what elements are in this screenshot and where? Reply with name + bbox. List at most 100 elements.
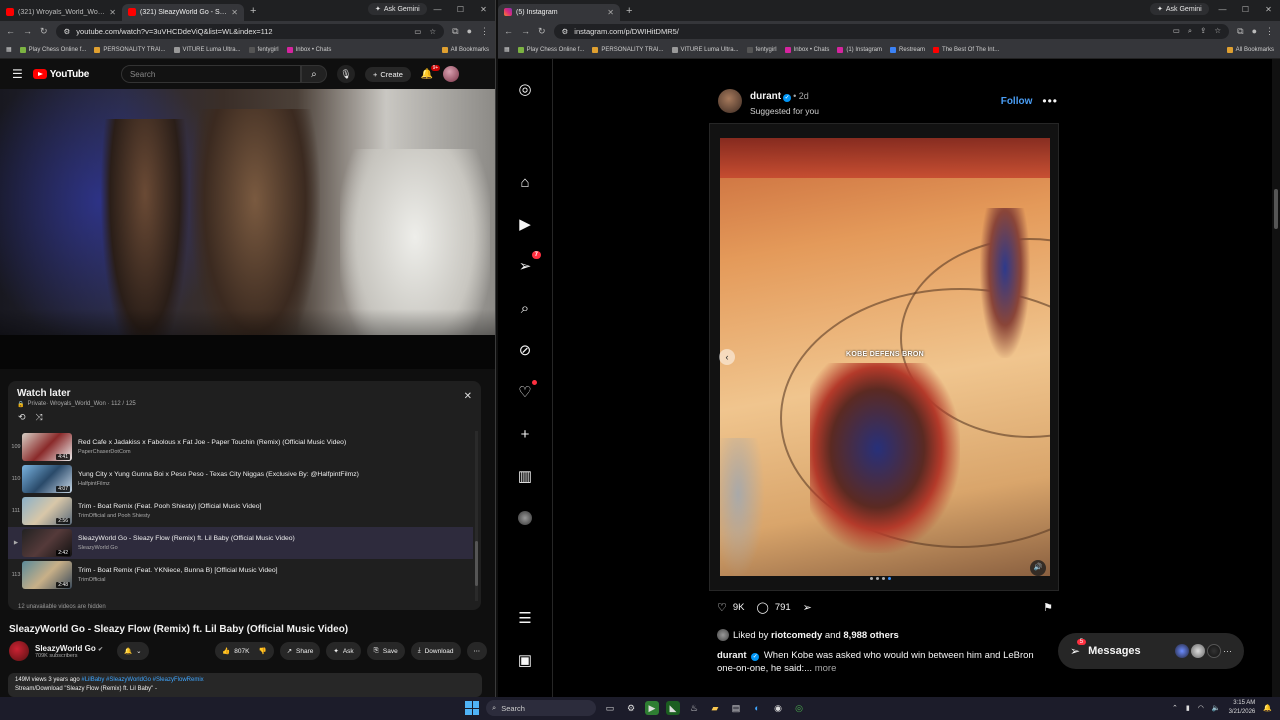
profile-icon[interactable]: ●: [467, 26, 472, 36]
minimize-icon[interactable]: —: [1211, 0, 1234, 20]
loop-icon[interactable]: ⟲: [18, 412, 26, 423]
download-button[interactable]: ⤓ Download: [410, 642, 461, 660]
more-menu-icon[interactable]: ☰: [515, 608, 535, 628]
all-bookmarks[interactable]: All Bookmarks: [1226, 46, 1274, 53]
tab-instagram[interactable]: (5) Instagram ✕: [498, 3, 620, 21]
maximize-icon[interactable]: ☐: [1234, 0, 1257, 20]
caption-more-link[interactable]: more: [815, 663, 837, 674]
video-player[interactable]: [0, 89, 495, 369]
post-media[interactable]: KOBE DEFENS BRON ‹ 🔊: [709, 123, 1059, 591]
close-playlist-icon[interactable]: ✕: [464, 391, 472, 402]
more-actions-button[interactable]: ⋯: [466, 642, 487, 660]
bookmark-item[interactable]: (1) Instagram: [837, 46, 882, 53]
taskbar-search[interactable]: ⌕ Search: [486, 700, 596, 716]
minimize-icon[interactable]: —: [426, 0, 449, 20]
tray-chevron-icon[interactable]: ⌃: [1172, 704, 1178, 712]
reload-icon[interactable]: ↻: [538, 26, 546, 37]
clock[interactable]: 3:15 AM 3/21/2026: [1229, 699, 1256, 717]
playlist-item[interactable]: 109 4:41 Red Cafe x Jadakiss x Fabolous x …: [8, 431, 473, 463]
bookmark-item[interactable]: VITURE Luma Ultra...: [173, 46, 241, 53]
all-bookmarks[interactable]: All Bookmarks: [441, 46, 489, 53]
video-thumbnail[interactable]: 2:48: [22, 561, 72, 589]
settings-icon[interactable]: ⚙: [624, 701, 638, 715]
battery-icon[interactable]: ▮: [1186, 704, 1190, 712]
menu-dots-icon[interactable]: ⋮: [480, 26, 489, 37]
bookmark-item[interactable]: Restream: [890, 46, 925, 53]
description-box[interactable]: 149M views 3 years ago #LilBaby #SleazyW…: [8, 673, 482, 697]
bookmark-item[interactable]: fentygirl: [248, 46, 279, 53]
playlist-item[interactable]: 110 4:07 Yung City x Yung Gunna Boi x Peso…: [8, 463, 473, 495]
like-button[interactable]: 👍 807K 👎: [215, 642, 274, 660]
playlist-item-current[interactable]: ▶ 2:42 SleazyWorld Go - Sleazy Flow (Remix…: [8, 527, 473, 559]
dashboard-icon[interactable]: ▥: [515, 466, 535, 486]
playlist-item[interactable]: 113 2:48 Trim - Boat Remix (Feat. YKNiece,…: [8, 559, 473, 591]
chrome-profile-icon[interactable]: ◉: [771, 701, 785, 715]
file-explorer-icon[interactable]: ▰: [708, 701, 722, 715]
shuffle-icon[interactable]: ⤨: [36, 412, 43, 423]
comment-count[interactable]: 791: [775, 602, 791, 613]
playlist-scrollbar[interactable]: [475, 431, 478, 601]
like-heart-icon[interactable]: ♡: [717, 601, 727, 614]
cast-icon[interactable]: ▭: [1173, 26, 1180, 36]
bookmark-item[interactable]: PERSONALITY TRAI...: [94, 46, 166, 53]
ask-gemini-button[interactable]: ✦ Ask Gemini: [1150, 3, 1209, 15]
video-thumbnail[interactable]: 4:07: [22, 465, 72, 493]
steam-icon[interactable]: ♨: [687, 701, 701, 715]
search-icon[interactable]: ⌕: [515, 298, 535, 318]
site-info-icon[interactable]: ⚙: [562, 27, 569, 36]
close-tab-icon[interactable]: ✕: [109, 8, 116, 17]
like-count[interactable]: 9K: [733, 602, 745, 613]
avatar[interactable]: [717, 629, 729, 641]
post-username[interactable]: durant: [750, 91, 781, 102]
caption-username[interactable]: durant: [717, 650, 747, 661]
back-icon[interactable]: ←: [6, 26, 15, 36]
bookmark-item[interactable]: Play Chess Online f...: [19, 46, 86, 53]
notifications-icon[interactable]: 🔔: [1263, 704, 1272, 712]
video-thumbnail[interactable]: 2:42: [22, 529, 72, 557]
extensions-icon[interactable]: ⧉: [452, 26, 458, 37]
avatar[interactable]: [443, 66, 460, 82]
liked-by-others[interactable]: 8,988 others: [843, 630, 898, 641]
store-icon[interactable]: ▤: [729, 701, 743, 715]
chrome-icon[interactable]: ◎: [792, 701, 806, 715]
share-button[interactable]: ↗ Share: [279, 642, 321, 660]
extensions-icon[interactable]: ⧉: [1237, 26, 1243, 37]
scroll-thumb[interactable]: [1274, 189, 1278, 229]
tab-sleazyworld[interactable]: (321) SleazyWorld Go - Sleazy ✕: [122, 3, 244, 21]
channel-avatar[interactable]: [9, 641, 29, 661]
search-input[interactable]: Search: [120, 65, 301, 83]
post-options-icon[interactable]: •••: [1042, 94, 1058, 108]
playlist-title[interactable]: Watch later: [8, 381, 481, 401]
channel-name[interactable]: SleazyWorld Go ✔: [35, 644, 103, 653]
reels-icon[interactable]: ▶: [515, 214, 535, 234]
profile-avatar[interactable]: [515, 508, 535, 528]
apps-icon[interactable]: ▦: [504, 46, 510, 53]
site-info-icon[interactable]: ⚙: [64, 27, 71, 36]
playlist-item[interactable]: 111 2:56 Trim - Boat Remix (Feat. Pooh Shi…: [8, 495, 473, 527]
edge-icon[interactable]: ◐: [750, 701, 764, 715]
apps-icon[interactable]: ▦: [6, 46, 12, 53]
task-view-icon[interactable]: ▭: [603, 701, 617, 715]
share-icon[interactable]: ➢: [803, 601, 812, 614]
cast-icon[interactable]: ▭: [414, 27, 421, 36]
forward-icon[interactable]: →: [23, 26, 32, 36]
liked-by-user[interactable]: riotcomedy: [771, 630, 822, 641]
notifications-button[interactable]: 🔔 9+: [421, 64, 441, 80]
wifi-icon[interactable]: ◠: [1198, 704, 1204, 712]
media-app-icon[interactable]: ▶: [645, 701, 659, 715]
save-bookmark-icon[interactable]: ⚑: [1043, 601, 1053, 614]
bookmark-item[interactable]: fentygirl: [746, 46, 777, 53]
close-tab-icon[interactable]: ✕: [231, 8, 238, 17]
nvidia-icon[interactable]: ◣: [666, 701, 680, 715]
avatar[interactable]: [718, 89, 742, 113]
explore-icon[interactable]: ⊘: [515, 340, 535, 360]
new-tab-button[interactable]: +: [244, 5, 262, 17]
messages-button[interactable]: ➢ 5 Messages ⋯: [1058, 633, 1244, 669]
bookmark-item[interactable]: The Best Of The Int...: [933, 46, 999, 53]
url-field[interactable]: ⚙ youtube.com/watch?v=3uVHCDdeViQ&list=W…: [55, 23, 445, 39]
close-tab-icon[interactable]: ✕: [607, 8, 614, 17]
hamburger-menu-icon[interactable]: ☰: [12, 67, 23, 81]
back-icon[interactable]: ←: [504, 26, 513, 36]
close-window-icon[interactable]: ✕: [1257, 0, 1280, 20]
follow-button[interactable]: Follow: [1001, 96, 1033, 107]
